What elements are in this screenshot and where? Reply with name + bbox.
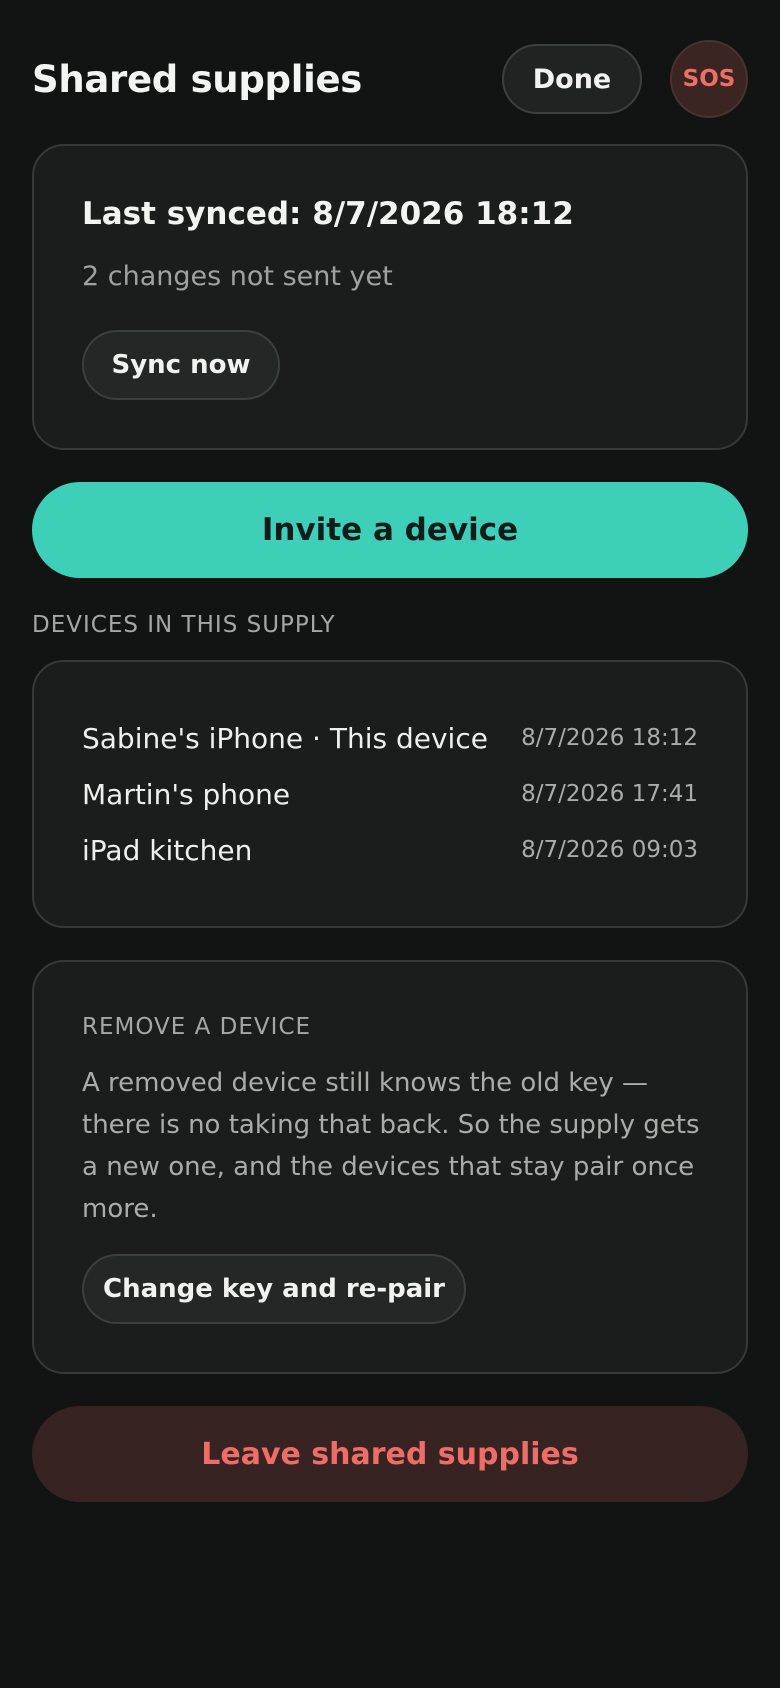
device-row: Martin's phone 8/7/2026 17:41 (82, 774, 698, 814)
device-last-seen: 8/7/2026 18:12 (521, 725, 698, 751)
device-name: iPad kitchen (82, 833, 253, 867)
device-last-seen: 8/7/2026 09:03 (521, 837, 698, 863)
leave-shared-supplies-button[interactable]: Leave shared supplies (32, 1406, 748, 1502)
device-name: Martin's phone (82, 777, 291, 811)
sync-status-card: Last synced: 8/7/2026 18:12 2 changes no… (32, 144, 748, 450)
device-row: Sabine's iPhone · This device 8/7/2026 1… (82, 718, 698, 758)
change-key-repair-button[interactable]: Change key and re-pair (82, 1254, 466, 1324)
devices-list-card: Sabine's iPhone · This device 8/7/2026 1… (32, 660, 748, 928)
remove-device-description: A removed device still knows the old key… (82, 1068, 700, 1224)
device-row: iPad kitchen 8/7/2026 09:03 (82, 830, 698, 870)
sos-button[interactable]: SOS (670, 40, 748, 118)
devices-section-label: DEVICES IN THIS SUPPLY (32, 612, 336, 638)
done-button[interactable]: Done (502, 44, 642, 114)
device-last-seen: 8/7/2026 17:41 (521, 781, 698, 807)
remove-device-label: REMOVE A DEVICE (82, 1014, 312, 1040)
device-name: Sabine's iPhone · This device (82, 721, 488, 755)
remove-device-card: REMOVE A DEVICE A removed device still k… (32, 960, 748, 1374)
page-title: Shared supplies (32, 57, 362, 101)
pending-changes-text: 2 changes not sent yet (82, 261, 393, 292)
header: Shared supplies Done SOS (32, 40, 748, 118)
invite-device-button[interactable]: Invite a device (32, 482, 748, 578)
last-synced-text: Last synced: 8/7/2026 18:12 (82, 196, 574, 232)
sync-now-button[interactable]: Sync now (82, 330, 280, 400)
